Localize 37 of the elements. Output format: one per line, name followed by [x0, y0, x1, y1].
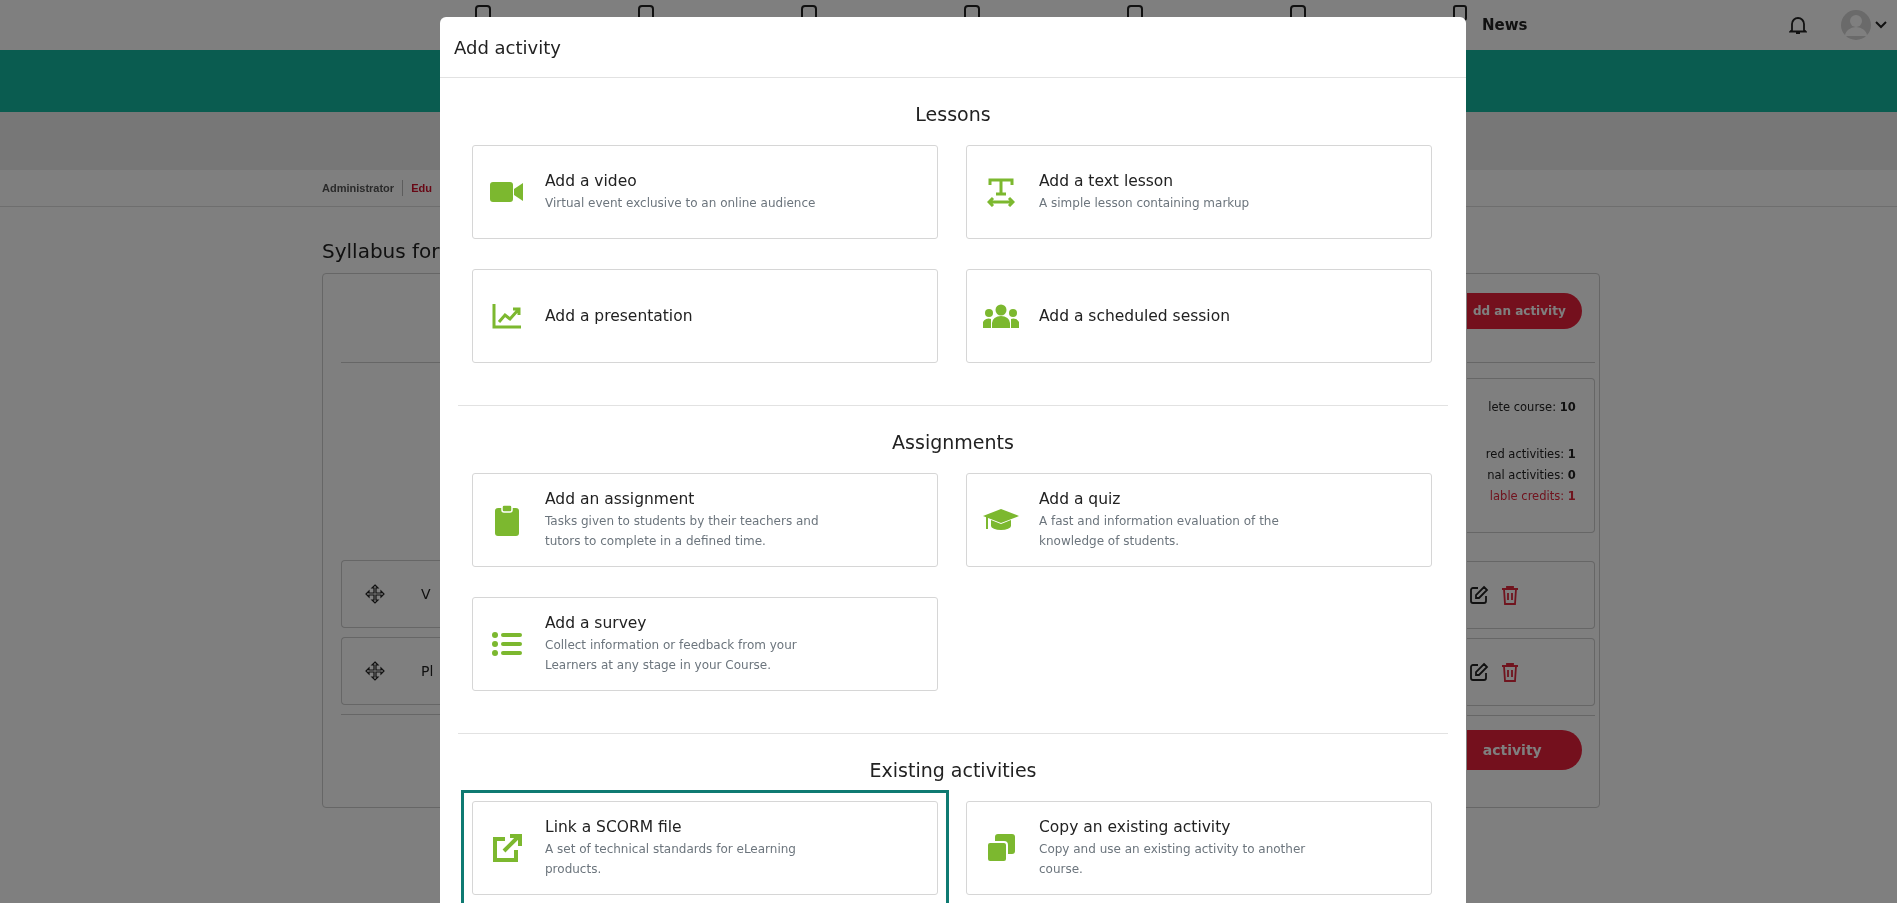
- option-title: Add a presentation: [545, 307, 693, 325]
- activity-title: Pl: [421, 663, 434, 679]
- option-title: Add a survey: [545, 613, 648, 632]
- activity-option[interactable]: Add a quiz A fast and information evaluation of the knowledge of students.: [966, 473, 1432, 567]
- section-heading: Assignments: [891, 430, 1015, 455]
- activity-option[interactable]: Add a video Virtual event exclusive to an online audience: [472, 145, 938, 239]
- option-description: Collect information or feedback from your Learners at any stage in your Course.: [545, 636, 798, 674]
- option-description: Copy and use an existing activity to another course.: [1039, 840, 1307, 878]
- option-title: Copy an existing activity: [1039, 817, 1232, 836]
- summary-line: lete course: 10: [1488, 399, 1576, 416]
- option-title: Add a video: [545, 171, 638, 190]
- option-description: A set of technical standards for eLearning products.: [545, 840, 797, 878]
- nav-link[interactable]: News: [1482, 16, 1528, 34]
- section-heading: Existing activities: [868, 758, 1038, 783]
- option-title: Add an assignment: [545, 489, 696, 508]
- option-title: Add a scheduled session: [1039, 307, 1230, 325]
- summary-line: nal activities: 0: [1487, 467, 1576, 484]
- option-title: Link a SCORM file: [545, 817, 683, 836]
- option-title: Add a quiz: [1039, 489, 1122, 508]
- activity-option[interactable]: Add a presentation: [472, 269, 938, 363]
- activity-title: V: [421, 586, 431, 602]
- dialog-title: Add activity: [454, 36, 561, 58]
- activity-option[interactable]: Add a survey Collect information or feedback from your Learners at any stage in your Course.: [472, 597, 938, 691]
- summary-line: lable credits: 1: [1489, 488, 1576, 505]
- activity-option[interactable]: Add an assignment Tasks given to students by their teachers and tutors to complete in a defined time.: [472, 473, 938, 567]
- summary-line: red activities: 1: [1485, 446, 1576, 463]
- option-description: A fast and information evaluation of the knowledge of students.: [1039, 512, 1280, 550]
- activity-option[interactable]: Copy an existing activity Copy and use an existing activity to another course.: [966, 801, 1432, 895]
- option-title: Add a text lesson: [1039, 171, 1175, 190]
- section-heading: Lessons: [914, 102, 992, 127]
- option-description: A simple lesson containing markup: [1039, 194, 1250, 212]
- breadcrumb-item: Administrator: [322, 182, 395, 194]
- option-description: Virtual event exclusive to an online audience: [545, 194, 816, 212]
- option-description: Tasks given to students by their teachers and tutors to complete in a defined time.: [545, 512, 820, 550]
- activity-option[interactable]: Add a text lesson A simple lesson containing markup: [966, 145, 1432, 239]
- activity-option[interactable]: Add a scheduled session: [966, 269, 1432, 363]
- activity-option[interactable]: Link a SCORM file A set of technical standards for eLearning products.: [472, 801, 938, 895]
